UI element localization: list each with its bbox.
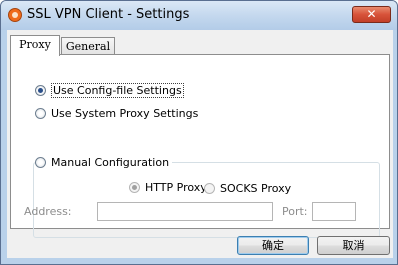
- ok-button[interactable]: 确定: [237, 236, 309, 255]
- address-field[interactable]: [97, 202, 273, 221]
- use-system-proxy-label: Use System Proxy Settings: [51, 107, 199, 120]
- manual-configuration-radio[interactable]: [35, 157, 46, 168]
- tab-general[interactable]: General: [61, 37, 115, 55]
- use-config-file-radio[interactable]: [35, 85, 46, 96]
- http-proxy-radio[interactable]: [129, 182, 140, 193]
- port-field[interactable]: [312, 202, 356, 221]
- dialog-body: Proxy General Use Config-file Settings U…: [7, 30, 393, 258]
- cancel-button[interactable]: 取消: [317, 236, 390, 255]
- close-button[interactable]: ✕: [352, 6, 391, 23]
- manual-configuration-group: HTTP Proxy SOCKS Proxy Address: Port:: [24, 162, 380, 238]
- port-label: Port:: [282, 205, 308, 218]
- tab-proxy[interactable]: Proxy: [10, 35, 60, 56]
- manual-configuration-label: Manual Configuration: [51, 156, 170, 169]
- window-title: SSL VPN Client - Settings: [27, 7, 190, 22]
- socks-proxy-option[interactable]: SOCKS Proxy: [204, 182, 291, 195]
- http-proxy-label: HTTP Proxy: [145, 181, 207, 194]
- http-proxy-option[interactable]: HTTP Proxy: [129, 181, 207, 194]
- socks-proxy-label: SOCKS Proxy: [220, 182, 292, 195]
- settings-dialog: SSL VPN Client - Settings ✕ Proxy Genera…: [0, 0, 398, 265]
- use-system-proxy-radio[interactable]: [35, 108, 46, 119]
- use-system-proxy-option[interactable]: Use System Proxy Settings: [35, 107, 198, 120]
- socks-proxy-radio[interactable]: [204, 183, 215, 194]
- manual-configuration-option[interactable]: Manual Configuration: [35, 156, 173, 169]
- app-icon: [8, 8, 22, 22]
- use-config-file-label: Use Config-file Settings: [51, 83, 184, 98]
- title-bar[interactable]: SSL VPN Client - Settings ✕: [1, 1, 397, 30]
- proxy-tab-panel: Use Config-file Settings Use System Prox…: [10, 54, 390, 238]
- use-config-file-option[interactable]: Use Config-file Settings: [35, 83, 184, 98]
- address-label: Address:: [24, 205, 72, 218]
